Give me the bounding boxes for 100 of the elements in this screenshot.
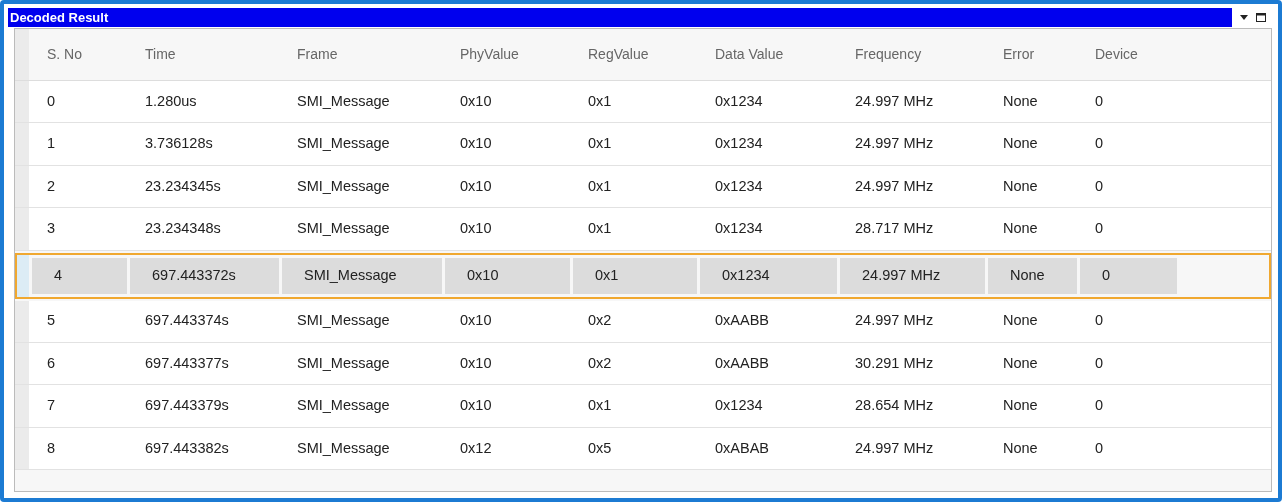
table-cell-text: 5 — [46, 311, 57, 331]
maximize-icon[interactable] — [1256, 13, 1266, 22]
table-cell-text: None — [1002, 353, 1039, 373]
table-cell: None — [988, 257, 1077, 294]
table-cell-text: 0x2 — [587, 353, 613, 373]
table-row[interactable]: 7 697.443379s SMI_Message 0x10 0x1 0x1234 28.654 MHz None 0 — [15, 385, 1271, 428]
table-cell-text: 0xAABB — [714, 353, 770, 373]
table-cell-text: 3.736128s — [144, 134, 214, 154]
table-cell-text: 0xABAB — [714, 438, 770, 458]
column-header[interactable]: Time — [127, 29, 279, 80]
table-cell-text: 0 — [1094, 219, 1105, 238]
table-cell-text: 0x1 — [587, 134, 613, 154]
table-cell-text: 7 — [46, 396, 57, 416]
table-cell-text: SMI_Message — [296, 438, 391, 458]
table-cell-text: 0 — [1094, 353, 1105, 373]
column-header[interactable]: Data Value — [697, 29, 837, 80]
table-cell-text: 0 — [1094, 91, 1105, 111]
table-cell-text: 0x1234 — [714, 176, 764, 196]
table-cell-text: 30.291 MHz — [854, 353, 935, 373]
column-header[interactable]: Frequency — [837, 29, 985, 80]
table-cell-text: 0 — [1094, 134, 1105, 154]
table-cell-text: 28.717 MHz — [854, 219, 935, 238]
table-cell-text: 23.234345s — [144, 176, 222, 196]
row-header[interactable] — [15, 165, 29, 208]
table-cell-text: 6 — [46, 353, 57, 373]
table-cell-text: 697.443374s — [144, 311, 230, 331]
table-cell: 697.443372s — [130, 257, 279, 294]
table-cell-text: None — [1002, 134, 1039, 154]
dropdown-icon[interactable] — [1240, 15, 1248, 20]
table-cell-text: 1.280us — [144, 91, 198, 111]
table-cell-text: 1 — [46, 134, 57, 154]
table-cell: 0x10 — [445, 257, 570, 294]
column-header[interactable]: RegValue — [570, 29, 697, 80]
table-cell-text: None — [1002, 219, 1039, 238]
window-title: Decoded Result — [8, 8, 1232, 27]
table-cell-text: SMI_Message — [296, 311, 391, 331]
table-row[interactable]: 8 697.443382s SMI_Message 0x12 0x5 0xABAB 24.997 MHz None 0 — [15, 427, 1271, 471]
table-cell-text: 0x10 — [459, 134, 493, 154]
table-cell-text: 28.654 MHz — [854, 396, 935, 416]
row-header[interactable] — [15, 208, 29, 250]
row-header[interactable] — [17, 254, 29, 297]
selected-row[interactable]: 4 697.443372s SMI_Message 0x10 0x1 0x1234 24.997 MHz None 0 — [15, 252, 1271, 299]
table-cell: 0x1234 — [700, 257, 837, 294]
table-row[interactable]: 1 3.736128s SMI_Message 0x10 0x1 0x1234 24.997 MHz None 0 — [15, 123, 1271, 166]
column-header[interactable]: PhyValue — [442, 29, 570, 80]
table-cell-text: 24.997 MHz — [854, 438, 935, 458]
table-cell-text: 0 — [1094, 396, 1105, 416]
table-cell-text: None — [1002, 311, 1039, 331]
table-cell-text: 0 — [46, 91, 57, 111]
table-cell-text: 23.234348s — [144, 219, 222, 238]
table-row[interactable]: 2 23.234345s SMI_Message 0x10 0x1 0x1234 24.997 MHz None 0 — [15, 165, 1271, 209]
column-header[interactable]: Error — [985, 29, 1077, 80]
table-cell-text: 3 — [46, 219, 57, 238]
table-cell-text: 0x10 — [459, 311, 493, 331]
table-cell-text: 0x1 — [587, 91, 613, 111]
table-cell-text: 24.997 MHz — [854, 176, 935, 196]
table-cell-text: 0x5 — [587, 438, 613, 458]
table-cell-text: 0x2 — [587, 311, 613, 331]
table-cell: 0x1 — [573, 257, 697, 294]
table-cell-text: 0x1234 — [714, 396, 764, 416]
table-cell-text: 2 — [46, 176, 57, 196]
table-cell-text: SMI_Message — [296, 396, 391, 416]
table-cell-text: None — [1002, 396, 1039, 416]
table-cell-text: 8 — [46, 438, 57, 458]
table-cell: 24.997 MHz — [840, 257, 985, 294]
table-row[interactable]: 6 697.443377s SMI_Message 0x10 0x2 0xAABB 30.291 MHz None 0 — [15, 342, 1271, 386]
table-cell-text: 0x1234 — [714, 134, 764, 154]
table-cell-text: 0x10 — [459, 353, 493, 373]
table-cell-text: 0x10 — [459, 176, 493, 196]
row-header[interactable] — [15, 385, 29, 427]
table-cell-text: 24.997 MHz — [854, 134, 935, 154]
row-header[interactable] — [15, 81, 29, 123]
table-cell-text: 697.443382s — [144, 438, 230, 458]
table-cell-text: 0x1 — [587, 396, 613, 416]
column-header[interactable]: Device — [1077, 29, 1177, 80]
column-header[interactable]: Frame — [279, 29, 442, 80]
table-cell-text: 24.997 MHz — [854, 91, 935, 111]
table-row[interactable]: 5 697.443374s SMI_Message 0x10 0x2 0xAABB 24.997 MHz None 0 — [15, 300, 1271, 343]
table-cell-text: 0x1 — [587, 176, 613, 196]
table-cell: 4 — [32, 257, 127, 294]
table-cell-text: 0x1234 — [714, 219, 764, 238]
table-cell-text: 0 — [1094, 438, 1105, 458]
table-cell-text: 697.443377s — [144, 353, 230, 373]
table-row[interactable]: 0 1.280us SMI_Message 0x10 0x1 0x1234 24.997 MHz None 0 — [15, 81, 1271, 124]
row-header[interactable] — [15, 123, 29, 165]
table-cell-text: None — [1002, 176, 1039, 196]
table-cell-text: SMI_Message — [296, 353, 391, 373]
column-header[interactable]: S. No — [29, 29, 127, 80]
table-cell-text: 0x10 — [459, 91, 493, 111]
table-cell-text: 24.997 MHz — [854, 311, 935, 331]
table-cell-text: 0 — [1094, 176, 1105, 196]
table-cell-text: 0x1234 — [714, 91, 764, 111]
table-cell-text: SMI_Message — [296, 134, 391, 154]
table-cell-text: SMI_Message — [296, 219, 391, 238]
table-cell-text: 0x10 — [459, 219, 493, 238]
row-header[interactable] — [15, 342, 29, 385]
row-header[interactable] — [15, 300, 29, 342]
table-cell: SMI_Message — [282, 257, 442, 294]
table-row[interactable]: 3 23.234348s SMI_Message 0x10 0x1 0x1234 28.717 MHz None 0 — [15, 208, 1271, 251]
row-header[interactable] — [15, 427, 29, 470]
